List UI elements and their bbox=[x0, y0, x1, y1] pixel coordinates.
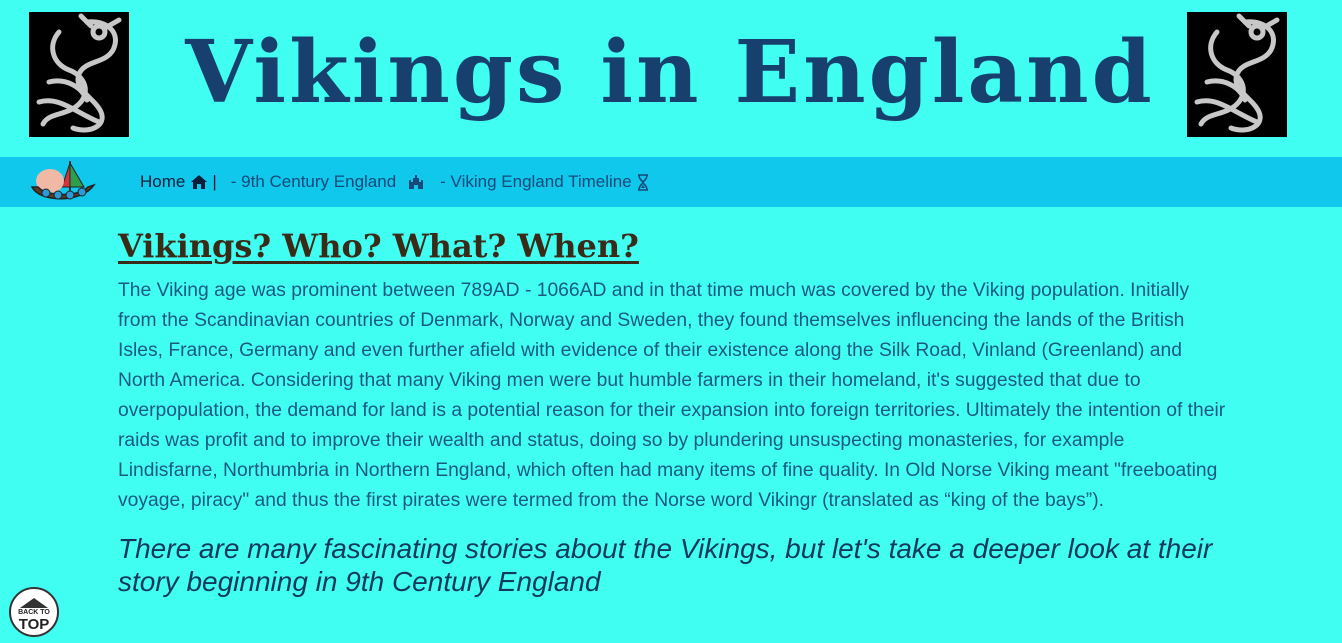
main-navigation: Home | - 9th Century England - Viking En… bbox=[0, 157, 1342, 207]
nav-timeline-label: - Viking England Timeline bbox=[440, 172, 632, 191]
knotwork-dragon-icon bbox=[29, 12, 129, 137]
castle-icon bbox=[408, 174, 424, 190]
up-arrow-icon bbox=[20, 598, 48, 608]
site-title: Vikings in England bbox=[185, 22, 1155, 123]
knotwork-dragon-icon bbox=[1187, 12, 1287, 137]
hourglass-icon bbox=[637, 173, 649, 191]
section-heading: Vikings? Who? What? When? bbox=[118, 227, 639, 265]
back-to-top-button[interactable]: BACK TO TOP bbox=[9, 587, 59, 637]
nav-9th-century-link[interactable]: - 9th Century England bbox=[231, 172, 424, 192]
nav-separator: | bbox=[212, 172, 217, 191]
intro-quote: There are many fascinating stories about… bbox=[118, 533, 1213, 597]
nav-home-label: Home bbox=[140, 172, 186, 191]
main-content: Vikings? Who? What? When? The Viking age… bbox=[118, 224, 1228, 598]
back-to-top-label-big: TOP bbox=[18, 616, 50, 633]
nav-9th-century-label: - 9th Century England bbox=[230, 172, 397, 191]
site-header: Vikings in England bbox=[0, 0, 1342, 157]
viking-ship-icon[interactable] bbox=[30, 157, 98, 207]
home-icon bbox=[190, 174, 208, 190]
nav-links: Home | - 9th Century England - Viking En… bbox=[140, 157, 649, 207]
nav-home-link[interactable]: Home bbox=[140, 172, 208, 192]
intro-paragraph: The Viking age was prominent between 789… bbox=[118, 280, 1226, 511]
nav-timeline-link[interactable]: - Viking England Timeline bbox=[440, 172, 649, 192]
